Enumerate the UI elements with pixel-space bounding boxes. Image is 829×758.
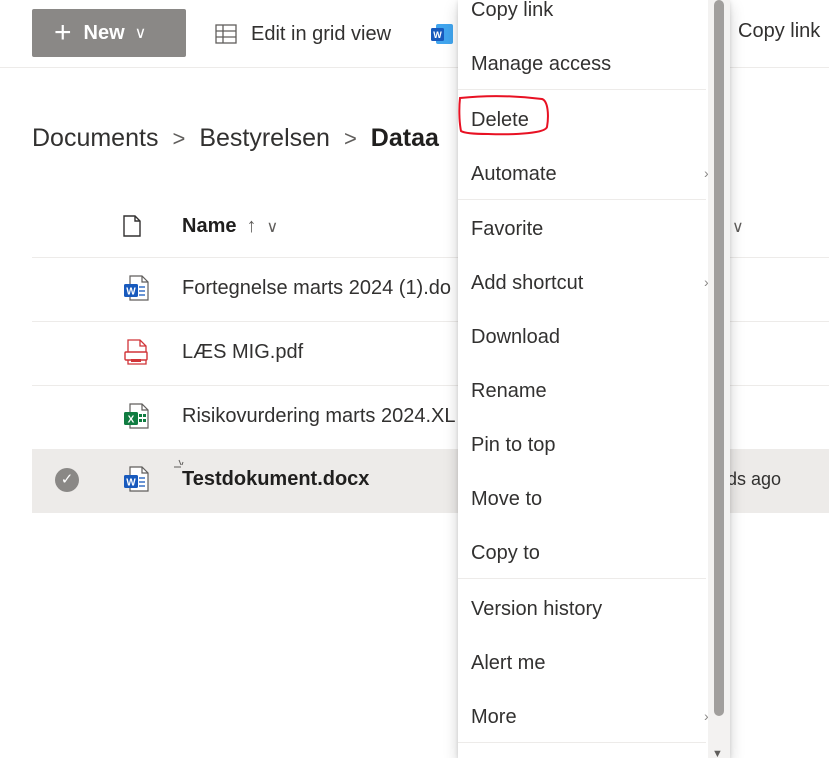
scroll-down-arrow-icon[interactable]: ▼: [712, 748, 723, 758]
file-name[interactable]: LÆS MIG.pdf: [182, 341, 303, 364]
file-name[interactable]: Risikovurdering marts 2024.XL: [182, 405, 455, 428]
sort-ascending-icon: ↑: [246, 215, 257, 237]
edit-in-grid-view-button[interactable]: Edit in grid view: [215, 20, 391, 48]
menu-item-add-shortcut[interactable]: Add shortcut: [471, 272, 583, 295]
svg-text:W: W: [126, 287, 136, 298]
new-button-label: New: [83, 21, 125, 44]
menu-item-pin-to-top[interactable]: Pin to top: [471, 434, 556, 457]
menu-scrollbar-thumb[interactable]: [714, 0, 724, 716]
menu-item-copy-to[interactable]: Copy to: [471, 542, 540, 565]
chevron-down-icon: ∨: [134, 25, 147, 42]
menu-divider: [458, 89, 706, 90]
modified-time: ds ago: [727, 469, 782, 489]
breadcrumb-separator: >: [343, 125, 357, 151]
word-file-icon: W: [124, 466, 149, 492]
breadcrumb-separator: >: [172, 125, 186, 151]
menu-item-move-to[interactable]: Move to: [471, 488, 542, 511]
menu-item-rename[interactable]: Rename: [471, 380, 547, 403]
svg-text:W: W: [126, 478, 136, 489]
row-selected-checkmark-icon[interactable]: ✓: [55, 468, 79, 492]
menu-item-automate[interactable]: Automate: [471, 163, 557, 186]
menu-item-alert-me[interactable]: Alert me: [471, 652, 545, 675]
context-menu: Copy link Manage access Delete Automate …: [458, 0, 730, 758]
new-button[interactable]: + New ∨: [32, 9, 186, 57]
breadcrumb-item-bestyrelsen[interactable]: Bestyrelsen: [199, 124, 330, 153]
word-file-icon: W: [124, 275, 149, 301]
menu-item-manage-access[interactable]: Manage access: [471, 53, 611, 76]
modified-column-chevron-icon[interactable]: ∨: [732, 217, 744, 237]
svg-text:W: W: [433, 30, 442, 40]
file-type-header-icon[interactable]: [122, 215, 142, 237]
menu-item-more[interactable]: More: [471, 706, 517, 729]
breadcrumb: Documents > Bestyrelsen > Dataa: [32, 124, 439, 153]
edit-in-grid-view-label: Edit in grid view: [251, 22, 392, 45]
menu-item-download[interactable]: Download: [471, 326, 560, 349]
svg-text:X: X: [128, 415, 135, 426]
menu-divider: [458, 742, 706, 743]
copy-link-button[interactable]: Copy link: [738, 20, 820, 43]
name-column-header[interactable]: Name ↑ ∨: [182, 215, 278, 238]
menu-item-favorite[interactable]: Favorite: [471, 218, 543, 241]
menu-divider: [458, 578, 706, 579]
plus-icon: +: [54, 16, 72, 49]
menu-item-version-history[interactable]: Version history: [471, 598, 602, 621]
menu-divider: [458, 199, 706, 200]
breadcrumb-current: Dataa: [370, 124, 439, 152]
name-column-label: Name: [182, 215, 237, 237]
file-name[interactable]: Testdokument.docx: [182, 468, 369, 491]
menu-item-copy-link[interactable]: Copy link: [471, 0, 553, 22]
chevron-down-icon: ∨: [266, 218, 279, 236]
breadcrumb-item-documents[interactable]: Documents: [32, 124, 158, 153]
grid-icon: [215, 24, 237, 44]
pdf-file-icon: [124, 339, 148, 365]
open-in-word-icon[interactable]: W: [430, 23, 454, 50]
file-name[interactable]: Fortegnelse marts 2024 (1).do: [182, 277, 451, 300]
red-annotation-outline: [458, 95, 549, 136]
excel-file-icon: X: [124, 403, 149, 429]
